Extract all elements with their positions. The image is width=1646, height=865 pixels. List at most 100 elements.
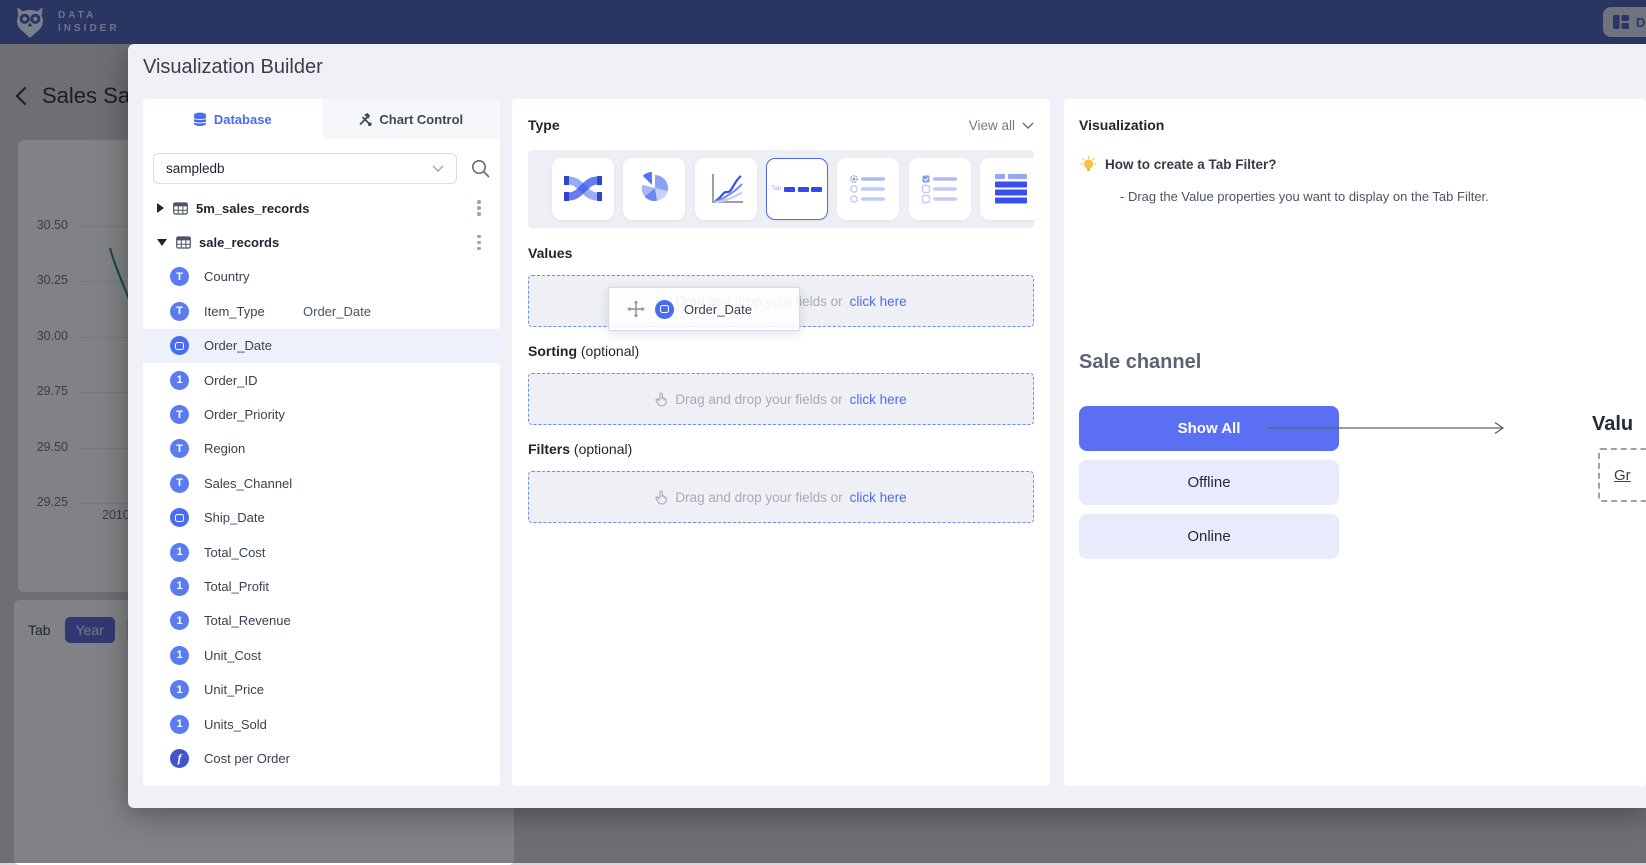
field-item-units-sold[interactable]: 1Units_Sold xyxy=(143,707,500,741)
field-item-order-priority[interactable]: TOrder_Priority xyxy=(143,397,500,431)
field-label: Country xyxy=(204,269,250,284)
table-name: 5m_sales_records xyxy=(196,201,466,216)
dashboard-button[interactable]: D xyxy=(1603,7,1646,37)
dropzone-hint: Drag and drop your fields or xyxy=(675,490,842,505)
hand-icon xyxy=(655,392,668,407)
database-panel: Database Chart Control sampledb xyxy=(143,99,500,786)
move-icon xyxy=(627,300,645,318)
view-all-button[interactable]: View all xyxy=(969,118,1034,133)
kebab-menu-icon[interactable] xyxy=(466,230,492,256)
number-field-icon: 1 xyxy=(170,646,189,665)
number-field-icon: 1 xyxy=(170,543,189,562)
number-field-icon: 1 xyxy=(170,611,189,630)
tab-chart-control[interactable]: Chart Control xyxy=(322,99,501,139)
filters-dropzone[interactable]: Drag and drop your fields or click here xyxy=(528,471,1034,523)
field-item-order-id[interactable]: 1Order_ID xyxy=(143,363,500,397)
field-item-total-cost[interactable]: 1 Total_Cost xyxy=(143,535,500,569)
field-label: Sales_Channel xyxy=(204,476,292,491)
field-tree: 5m_sales_records sale_records T Country T Ite… xyxy=(143,191,500,776)
chart-type-sankey[interactable] xyxy=(552,158,614,220)
chart-type-tab-filter[interactable]: Tab xyxy=(766,158,828,220)
sorting-dropzone[interactable]: Drag and drop your fields or click here xyxy=(528,373,1034,425)
search-icon xyxy=(471,159,490,178)
field-label: Units_Sold xyxy=(204,717,267,732)
search-button[interactable] xyxy=(471,159,490,183)
field-label: Unit_Price xyxy=(204,682,264,697)
lightbulb-icon xyxy=(1080,156,1097,173)
tab-filter-icon: Tab xyxy=(771,186,822,192)
sankey-chart-icon xyxy=(563,171,603,207)
tip-body: - Drag the Value properties you want to … xyxy=(1120,189,1489,204)
preview-button-online[interactable]: Online xyxy=(1079,514,1339,559)
field-label: Ship_Date xyxy=(204,510,265,525)
field-item-unit-price[interactable]: 1 Unit_Price xyxy=(143,672,500,706)
chevron-down-icon xyxy=(432,165,444,172)
kebab-menu-icon[interactable] xyxy=(466,195,492,221)
chart-type-radio-list[interactable] xyxy=(837,158,899,220)
field-item-sales-channel[interactable]: TSales_Channel xyxy=(143,466,500,500)
annotation-arrow xyxy=(1264,419,1512,437)
modal-title: Visualization Builder xyxy=(143,56,323,79)
chart-type-table[interactable] xyxy=(980,158,1042,220)
number-field-icon: 1 xyxy=(170,680,189,699)
owl-logo-icon xyxy=(12,4,48,40)
field-label: Cost per Order xyxy=(204,751,290,766)
database-select-value: sampledb xyxy=(166,161,225,176)
dropzone-click-here-link[interactable]: click here xyxy=(850,392,907,407)
field-item-cost-per-order[interactable]: fCost per Order xyxy=(143,741,500,775)
line-chart-icon xyxy=(706,171,746,207)
chart-type-line[interactable] xyxy=(695,158,757,220)
annotation-box: Gr xyxy=(1598,448,1646,502)
dashboard-icon xyxy=(1613,15,1629,29)
dragged-field-card[interactable]: Order_Date xyxy=(608,287,800,331)
field-label: Total_Revenue xyxy=(204,613,291,628)
field-item-order-date[interactable]: Order_Date xyxy=(143,329,500,363)
table-row-sale-records[interactable]: sale_records xyxy=(143,225,500,259)
tools-icon xyxy=(358,112,372,126)
field-label: Total_Profit xyxy=(204,579,269,594)
preview-button-offline[interactable]: Offline xyxy=(1079,460,1339,505)
chart-type-checkbox-list[interactable] xyxy=(909,158,971,220)
field-item-total-revenue[interactable]: 1 Total_Revenue xyxy=(143,604,500,638)
dropzone-click-here-link[interactable]: click here xyxy=(850,490,907,505)
field-item-ship-date[interactable]: Ship_Date xyxy=(143,501,500,535)
drag-ghost-label: Order_Date xyxy=(303,304,371,319)
number-field-icon: 1 xyxy=(170,577,189,596)
annotation-link[interactable]: Gr xyxy=(1614,467,1631,484)
chevron-down-icon[interactable] xyxy=(157,239,167,246)
field-label: Order_ID xyxy=(204,373,257,388)
database-icon xyxy=(193,112,207,127)
visualization-title: Visualization xyxy=(1079,117,1164,133)
chevron-right-icon[interactable] xyxy=(157,203,164,213)
dropzone-click-here-link[interactable]: click here xyxy=(850,294,907,309)
field-label: Total_Cost xyxy=(204,545,265,560)
date-field-icon xyxy=(170,508,189,527)
field-item-region[interactable]: T Region xyxy=(143,432,500,466)
table-icon xyxy=(173,202,188,215)
field-item-country[interactable]: T Country xyxy=(143,260,500,294)
field-item-total-profit[interactable]: 1 Total_Profit xyxy=(143,569,500,603)
database-select[interactable]: sampledb xyxy=(153,153,457,184)
filters-section-title: Filters (optional) xyxy=(528,441,632,457)
field-label: Region xyxy=(204,441,245,456)
view-all-label: View all xyxy=(969,118,1015,133)
field-item-unit-cost[interactable]: 1 Unit_Cost xyxy=(143,638,500,672)
left-panel-tabs: Database Chart Control xyxy=(143,99,500,139)
table-row-5m-sales-records[interactable]: 5m_sales_records xyxy=(143,191,500,225)
field-label: Item_Type xyxy=(204,304,265,319)
field-label: Order_Priority xyxy=(204,407,285,422)
type-section-title: Type xyxy=(528,117,560,133)
tab-database[interactable]: Database xyxy=(143,99,322,139)
top-navbar: DATA INSIDER D xyxy=(0,0,1646,44)
preview-title: Sale channel xyxy=(1079,351,1201,374)
annotation-label: Valu xyxy=(1592,413,1633,436)
pie-chart-icon xyxy=(634,171,674,207)
table-chart-icon xyxy=(991,171,1031,207)
field-label: Unit_Cost xyxy=(204,648,261,663)
text-field-icon: T xyxy=(170,267,189,286)
text-field-icon: T xyxy=(170,302,189,321)
field-label: Order_Date xyxy=(204,338,272,353)
tab-chart-control-label: Chart Control xyxy=(379,112,463,127)
chart-type-pie[interactable] xyxy=(623,158,685,220)
text-field-icon: T xyxy=(170,439,189,458)
